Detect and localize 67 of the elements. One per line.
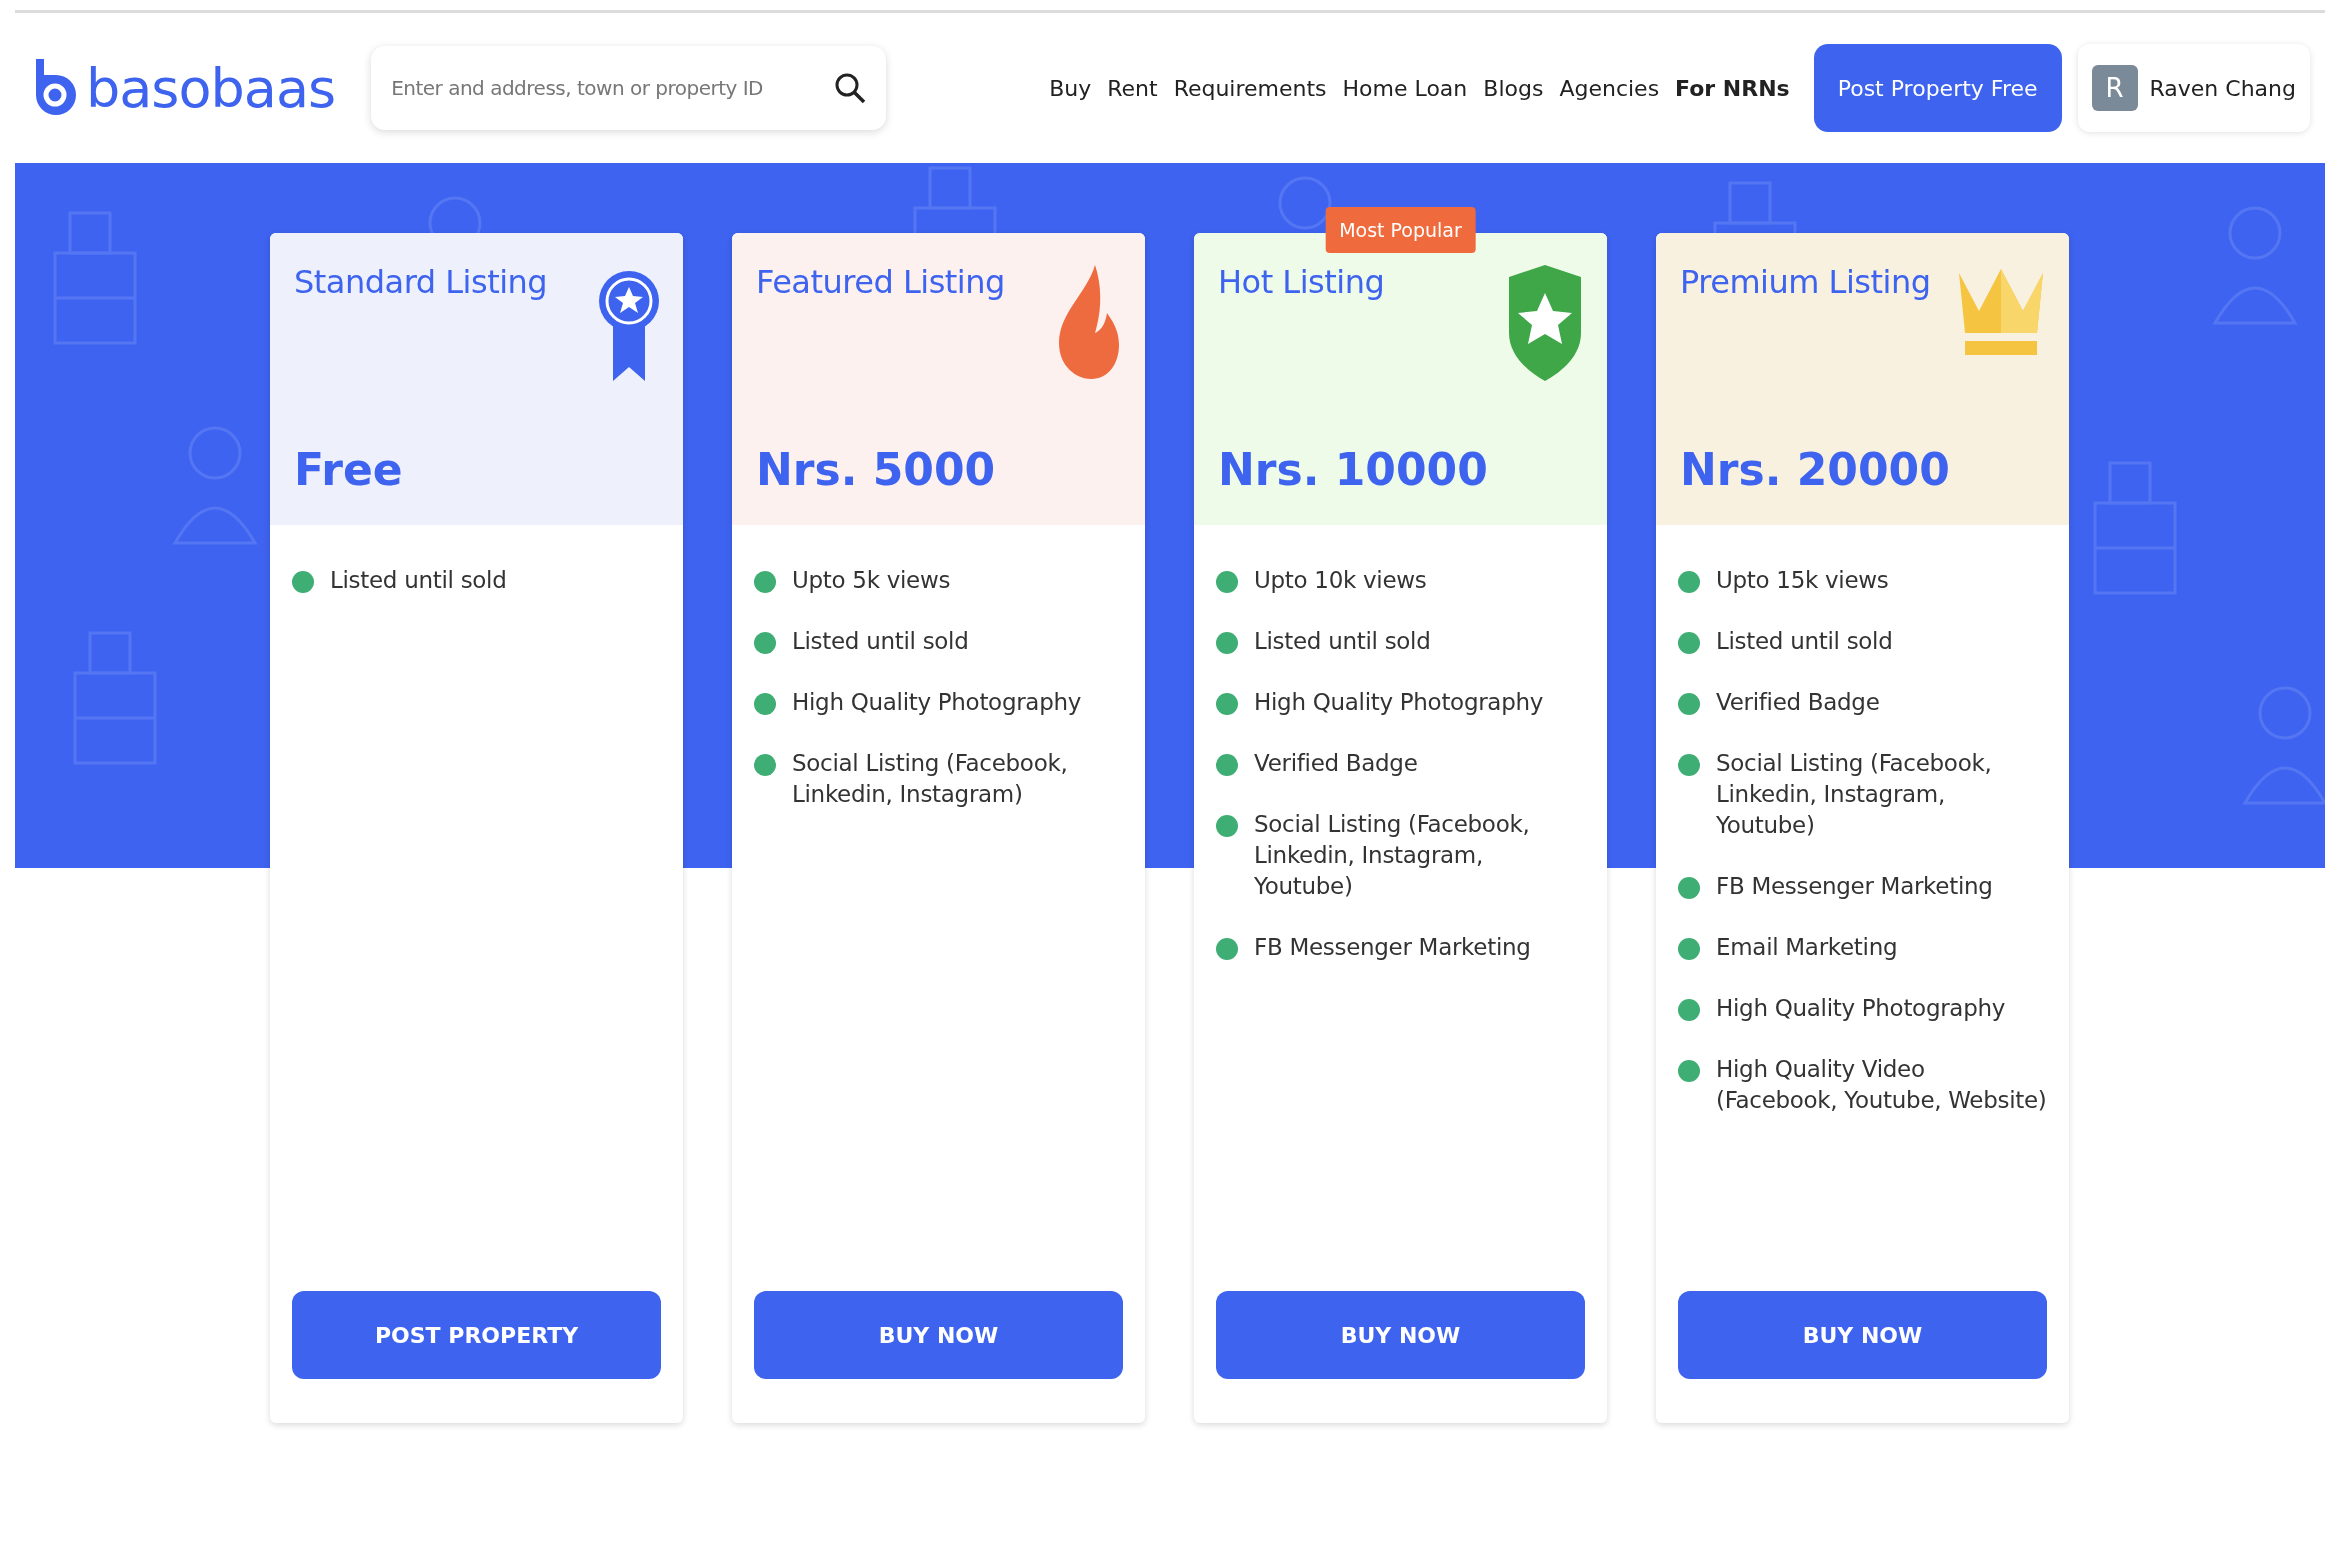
nav-link[interactable]: Buy [1049,75,1092,101]
user-name: Raven Chang [2149,75,2296,101]
feature-text: Listed until sold [1716,627,1893,657]
check-dot-icon [1216,754,1238,777]
feature-text: Email Marketing [1716,933,1898,963]
feature-text: Upto 15k views [1716,566,1889,595]
plan-button[interactable]: BUY NOW [1678,1291,2047,1379]
popular-badge: Most Popular [1325,207,1476,253]
search-field[interactable]: Enter and address, town or property ID [371,46,887,130]
check-dot-icon [292,571,314,593]
check-dot-icon [1678,1060,1700,1083]
check-dot-icon [1678,877,1700,900]
feature-text: Upto 5k views [792,566,951,595]
check-dot-icon [754,754,776,777]
feature-text: Listed until sold [1254,627,1431,657]
check-dot-icon [1216,693,1238,716]
plan-price: Free [294,444,404,495]
flame-icon [1057,263,1121,381]
feature-text: High Quality Photography [1254,688,1543,718]
check-dot-icon [754,632,776,655]
check-dot-icon [1678,693,1700,716]
check-dot-icon [1678,571,1700,593]
feature-text: Listed until sold [792,627,969,657]
plan-title: Hot Listing [1218,263,1386,303]
check-dot-icon [1216,571,1238,593]
check-dot-icon [1678,632,1700,655]
nav-link[interactable]: Blogs [1483,75,1544,101]
feature-text: Verified Badge [1716,688,1880,718]
plan-price: Nrs. 20000 [1680,444,1951,495]
plan-button[interactable]: BUY NOW [1216,1291,1585,1379]
feature-text: FB Messenger Marketing [1254,933,1531,963]
plan-title: Standard Listing [294,263,549,303]
plan-title: Featured Listing [756,263,1006,303]
plan-button[interactable]: POST PROPERTY [292,1291,661,1379]
feature-text: Social Listing (Facebook, Linkedin, Instagram) [792,749,1069,810]
check-dot-icon [1678,754,1700,777]
user-menu[interactable]: R Raven Chang [2077,44,2310,132]
feature-text: Listed until sold [330,566,507,595]
check-dot-icon [754,693,776,716]
user-avatar: R [2091,65,2138,111]
feature-text: Social Listing (Facebook, Linkedin, Instagram, Youtube) [1716,749,1993,841]
check-dot-icon [754,571,776,593]
plan-price: Nrs. 10000 [1218,444,1489,495]
nav-link[interactable]: For NRNs [1675,75,1790,101]
nav-link[interactable]: Rent [1107,75,1158,101]
search-icon[interactable] [834,72,867,104]
nav-link[interactable]: Home Loan [1342,75,1468,101]
logo-text[interactable]: basobaas [86,56,336,120]
plan-button[interactable]: BUY NOW [754,1291,1123,1379]
plan-price: Nrs. 5000 [756,444,997,495]
shield-icon [1507,263,1583,383]
check-dot-icon [1216,632,1238,655]
check-dot-icon [1216,938,1238,961]
nav-link[interactable]: Requirements [1173,75,1327,101]
feature-text: High Quality Photography [792,688,1081,718]
feature-text: Verified Badge [1254,749,1418,779]
feature-text: High Quality Photography [1716,994,2005,1024]
nav-link[interactable]: Agencies [1559,75,1660,101]
feature-text: Upto 10k views [1254,566,1427,595]
plan-title: Premium Listing [1680,263,1932,303]
check-dot-icon [1678,999,1700,1022]
feature-text: High Quality Video (Facebook, Youtube, Website) [1716,1055,2047,1116]
check-dot-icon [1678,938,1700,961]
feature-text: Social Listing (Facebook, Linkedin, Instagram, Youtube) [1254,810,1531,902]
feature-text: FB Messenger Marketing [1716,872,1993,902]
post-property-button[interactable]: Post Property Free [1813,44,2062,132]
check-dot-icon [1216,815,1238,838]
